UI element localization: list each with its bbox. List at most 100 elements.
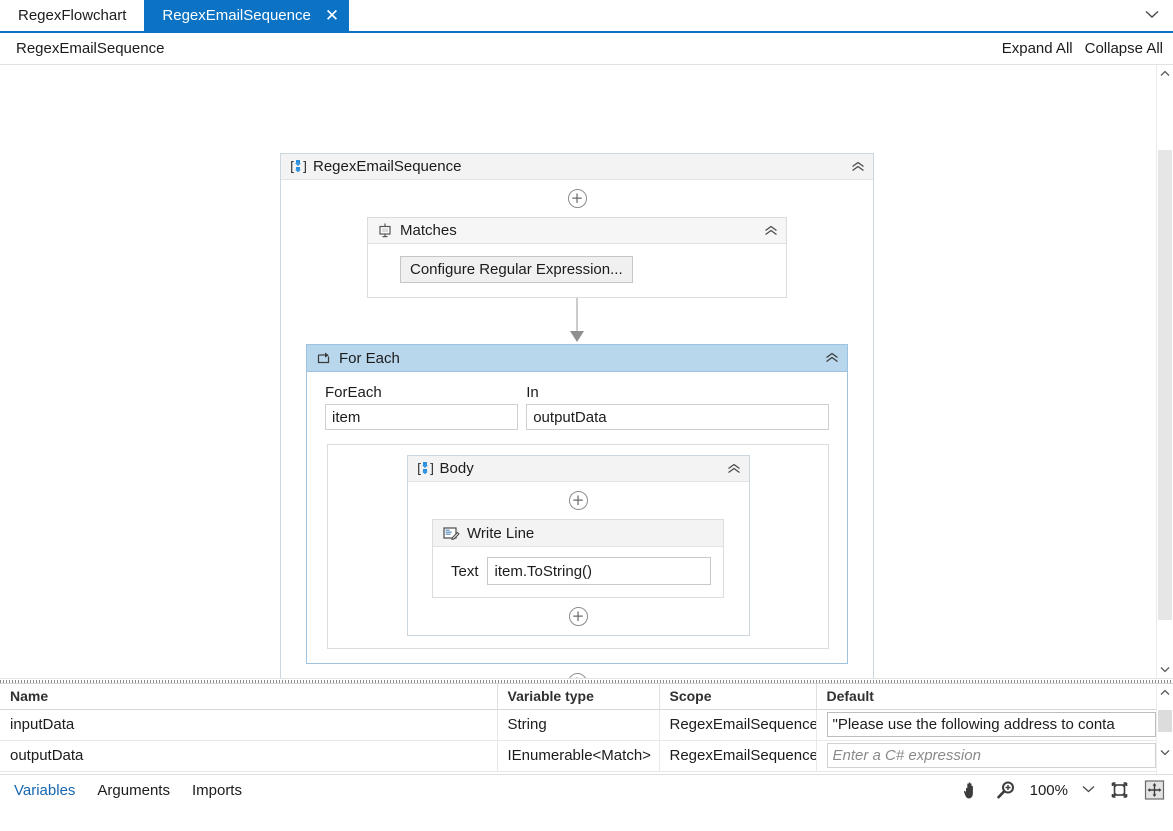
- sequence-icon: [ ]: [290, 159, 306, 174]
- body-title: Body: [439, 460, 474, 477]
- scroll-up-icon[interactable]: [1157, 684, 1173, 701]
- tab-variables[interactable]: Variables: [14, 782, 75, 799]
- svg-text:[: [: [290, 160, 295, 174]
- table-row[interactable]: outputData IEnumerable<Match> RegexEmail…: [0, 740, 1157, 772]
- sequence-icon: [ ]: [417, 461, 433, 476]
- activity-matches[interactable]: Matches Configure Regular Expression...: [367, 217, 787, 298]
- for-each-body-container[interactable]: [ ] Body: [327, 444, 829, 649]
- table-row[interactable]: inputData String RegexEmailSequence "Ple…: [0, 709, 1157, 741]
- variables-table: Name Variable type Scope Default inputDa…: [0, 684, 1157, 772]
- sequence-root-header[interactable]: [ ] RegexEmailSequence: [281, 154, 873, 180]
- cell-variable-name[interactable]: outputData: [0, 740, 498, 772]
- foreach-label: ForEach: [325, 384, 382, 401]
- chevron-down-icon[interactable]: [1139, 0, 1165, 29]
- chevron-down-icon[interactable]: [1082, 784, 1095, 796]
- tab-label: RegexEmailSequence: [162, 7, 311, 24]
- write-line-header[interactable]: Write Line: [433, 520, 723, 547]
- column-header-default[interactable]: Default: [816, 684, 1157, 710]
- add-activity-row-bottom: +: [281, 664, 873, 678]
- column-header-variable-type[interactable]: Variable type: [497, 684, 660, 710]
- svg-text:]: ]: [429, 462, 433, 476]
- foreach-variable-input[interactable]: item: [325, 404, 519, 430]
- text-label: Text: [451, 562, 479, 580]
- for-each-header[interactable]: For Each: [307, 345, 847, 372]
- designer-canvas-wrap: [ ] RegexEmailSequence +: [0, 65, 1173, 678]
- table-header-row: Name Variable type Scope Default: [0, 684, 1157, 710]
- collapse-icon[interactable]: [825, 352, 839, 365]
- scroll-down-icon[interactable]: [1157, 661, 1173, 678]
- scroll-up-icon[interactable]: [1157, 65, 1173, 82]
- breadcrumb[interactable]: RegexEmailSequence: [16, 40, 164, 57]
- foreach-variable-field: ForEach item: [325, 384, 519, 430]
- for-each-title: For Each: [339, 349, 400, 367]
- zoom-level: 100%: [1029, 781, 1068, 799]
- magnifier-icon[interactable]: [996, 780, 1016, 800]
- tab-arguments[interactable]: Arguments: [97, 782, 170, 799]
- column-header-name[interactable]: Name: [0, 684, 498, 710]
- in-label: In: [526, 384, 539, 401]
- for-each-fields: ForEach item In outputData: [307, 372, 847, 430]
- matches-header[interactable]: Matches: [368, 218, 786, 244]
- scrollbar-thumb[interactable]: [1158, 150, 1172, 620]
- scroll-down-icon[interactable]: [1157, 744, 1173, 761]
- add-activity-button[interactable]: +: [567, 189, 587, 208]
- add-activity-button[interactable]: +: [567, 673, 587, 678]
- collapse-all-button[interactable]: Collapse All: [1085, 40, 1163, 57]
- tab-regexemailsequence[interactable]: RegexEmailSequence ✕: [144, 0, 350, 31]
- add-activity-button[interactable]: +: [568, 491, 588, 510]
- write-line-text-row: Text item.ToString(): [433, 547, 723, 597]
- cell-variable-scope[interactable]: RegexEmailSequence: [659, 709, 817, 741]
- tab-imports[interactable]: Imports: [192, 782, 242, 799]
- scrollbar-thumb[interactable]: [1158, 710, 1172, 732]
- matches-title: Matches: [400, 222, 457, 239]
- add-activity-button[interactable]: +: [568, 607, 588, 626]
- cell-variable-type[interactable]: IEnumerable<Match>: [497, 740, 660, 772]
- breadcrumb-bar: RegexEmailSequence Expand All Collapse A…: [0, 33, 1173, 65]
- default-value-input[interactable]: Enter a C# expression: [826, 743, 1155, 768]
- svg-text:]: ]: [302, 160, 306, 174]
- column-header-scope[interactable]: Scope: [659, 684, 817, 710]
- write-line-text-input[interactable]: item.ToString(): [486, 557, 711, 585]
- cell-variable-default: "Please use the following address to con…: [816, 709, 1157, 741]
- tab-label: RegexFlowchart: [18, 7, 127, 24]
- tab-regexflowchart[interactable]: RegexFlowchart: [0, 0, 145, 31]
- cell-variable-default: Enter a C# expression: [816, 740, 1157, 772]
- foreach-in-field: In outputData: [526, 384, 829, 430]
- designer-canvas[interactable]: [ ] RegexEmailSequence +: [0, 65, 1156, 678]
- expand-all-button[interactable]: Expand All: [1002, 40, 1073, 57]
- write-line-title: Write Line: [467, 524, 535, 542]
- matches-body: Configure Regular Expression...: [368, 244, 786, 297]
- sequence-root-body: + Matches Configure Regular Expression..…: [281, 180, 873, 678]
- cell-variable-scope[interactable]: RegexEmailSequence: [659, 740, 817, 772]
- variables-scrollbar[interactable]: [1156, 684, 1173, 775]
- tab-strip: RegexFlowchart RegexEmailSequence ✕: [0, 0, 1173, 33]
- overview-icon[interactable]: [1144, 780, 1165, 800]
- body-content: + Write Line Text item.ToString() +: [408, 482, 749, 635]
- activity-for-each[interactable]: For Each ForEach item In outputData [Bo…: [306, 344, 848, 664]
- cell-variable-type[interactable]: String: [497, 709, 660, 741]
- activity-sequence-root[interactable]: [ ] RegexEmailSequence +: [280, 153, 874, 678]
- canvas-scrollbar[interactable]: [1156, 65, 1173, 678]
- configure-regular-expression-button[interactable]: Configure Regular Expression...: [400, 256, 633, 283]
- add-activity-row-body-top: +: [408, 482, 749, 519]
- body-header[interactable]: [ ] Body: [407, 456, 749, 482]
- hand-icon[interactable]: [961, 780, 982, 800]
- collapse-icon[interactable]: [727, 462, 741, 475]
- collapse-icon[interactable]: [764, 224, 778, 237]
- connector-arrowhead: [570, 331, 584, 342]
- status-bar-right: 100%: [961, 775, 1165, 805]
- activity-body-sequence[interactable]: [ ] Body: [406, 455, 750, 636]
- fit-to-screen-icon[interactable]: [1109, 780, 1130, 800]
- foreach-icon: [316, 351, 332, 366]
- svg-text:[: [: [417, 462, 422, 476]
- write-line-icon: [443, 526, 460, 541]
- in-expression-input[interactable]: outputData: [526, 404, 829, 430]
- collapse-icon[interactable]: [851, 160, 865, 173]
- activity-write-line[interactable]: Write Line Text item.ToString(): [432, 519, 724, 598]
- sequence-root-title: RegexEmailSequence: [313, 158, 462, 175]
- connector-arrow: [281, 298, 873, 344]
- add-activity-row-body-bottom: +: [408, 598, 749, 635]
- close-icon[interactable]: ✕: [325, 7, 339, 24]
- cell-variable-name[interactable]: inputData: [0, 709, 498, 741]
- default-value-input[interactable]: "Please use the following address to con…: [826, 712, 1155, 737]
